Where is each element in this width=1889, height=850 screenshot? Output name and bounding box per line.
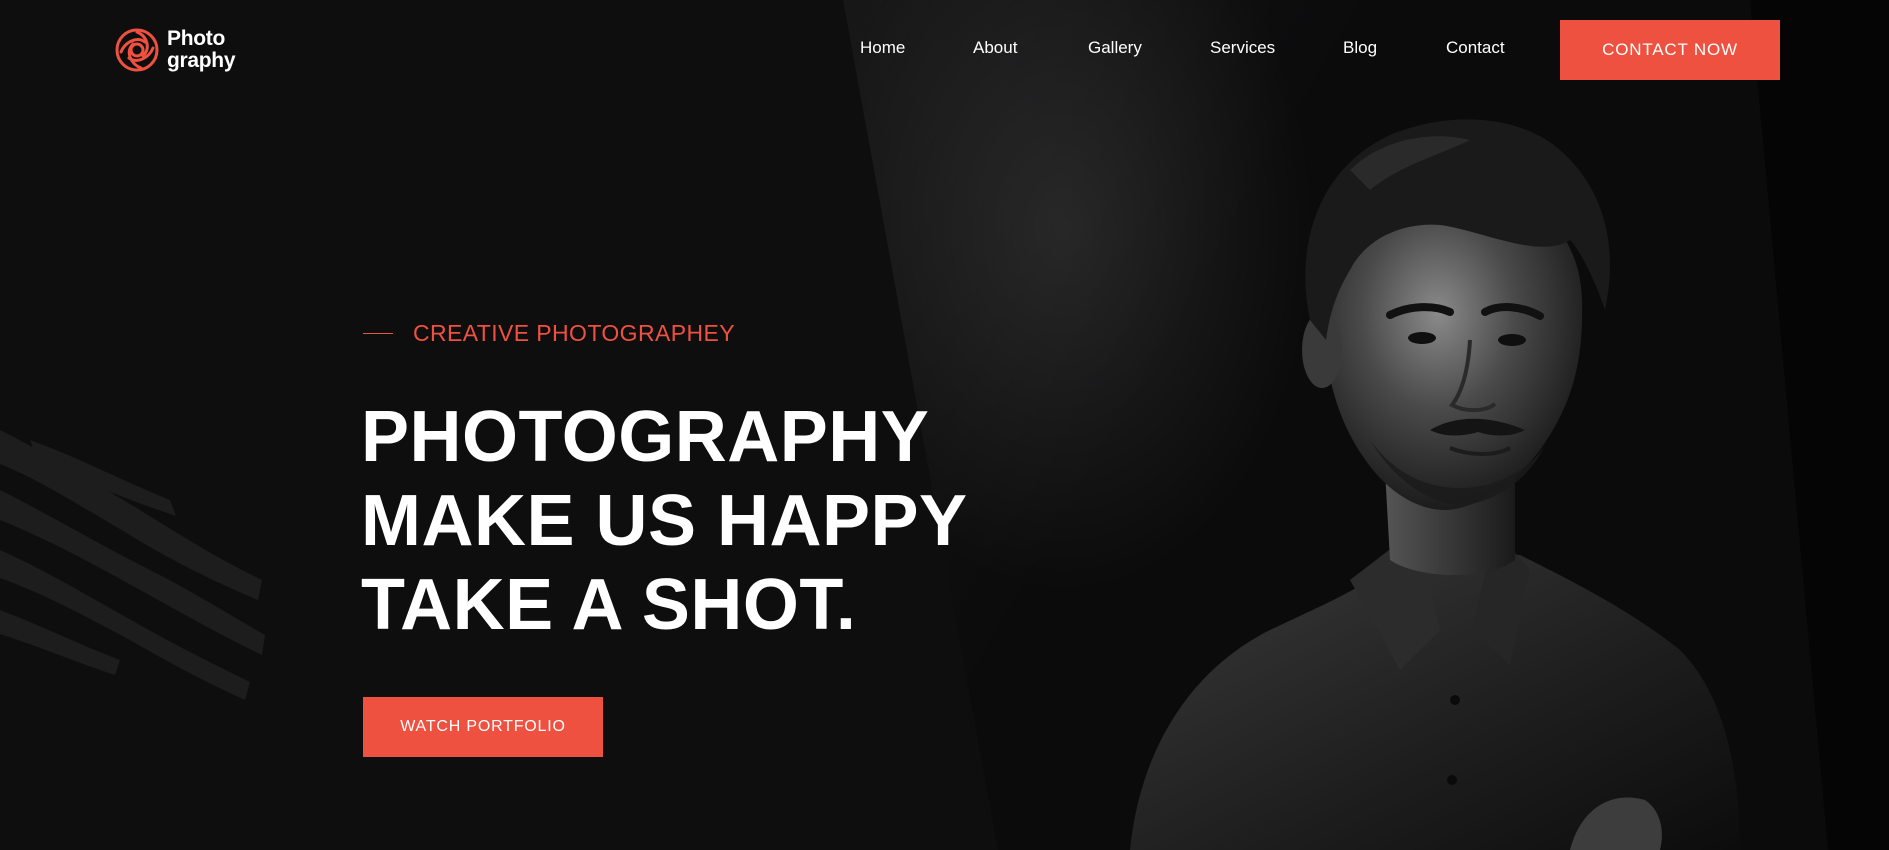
hero-headline: PHOTOGRAPHY MAKE US HAPPY TAKE A SHOT. <box>361 395 968 647</box>
brand-line-2: graphy <box>167 49 236 72</box>
hero-kicker: CREATIVE PHOTOGRAPHEY <box>363 320 735 347</box>
nav-item-services[interactable]: Services <box>1210 38 1275 58</box>
nav-item-contact[interactable]: Contact <box>1446 38 1505 58</box>
brand-wordmark: Photo graphy <box>167 27 236 72</box>
contact-now-button[interactable]: CONTACT NOW <box>1560 20 1780 80</box>
brush-stroke-decoration <box>0 430 265 700</box>
brand-line-1: Photo <box>167 27 225 50</box>
nav-item-blog[interactable]: Blog <box>1343 38 1377 58</box>
headline-line-1: PHOTOGRAPHY <box>361 397 930 477</box>
watch-portfolio-button[interactable]: WATCH PORTFOLIO <box>363 697 603 757</box>
nav-item-gallery[interactable]: Gallery <box>1088 38 1142 58</box>
nav-item-home[interactable]: Home <box>860 38 905 58</box>
brand-logo[interactable]: Photo graphy <box>113 26 236 74</box>
hero-section: Photo graphy Home About Gallery Services… <box>0 0 1889 850</box>
kicker-text: CREATIVE PHOTOGRAPHEY <box>413 320 735 346</box>
headline-line-2: MAKE US HAPPY <box>361 481 968 561</box>
headline-line-3: TAKE A SHOT. <box>361 565 857 645</box>
nav-item-about[interactable]: About <box>973 38 1017 58</box>
kicker-accent-line <box>363 332 393 335</box>
portrait-photo <box>1130 119 1740 850</box>
camera-aperture-icon <box>115 28 159 72</box>
